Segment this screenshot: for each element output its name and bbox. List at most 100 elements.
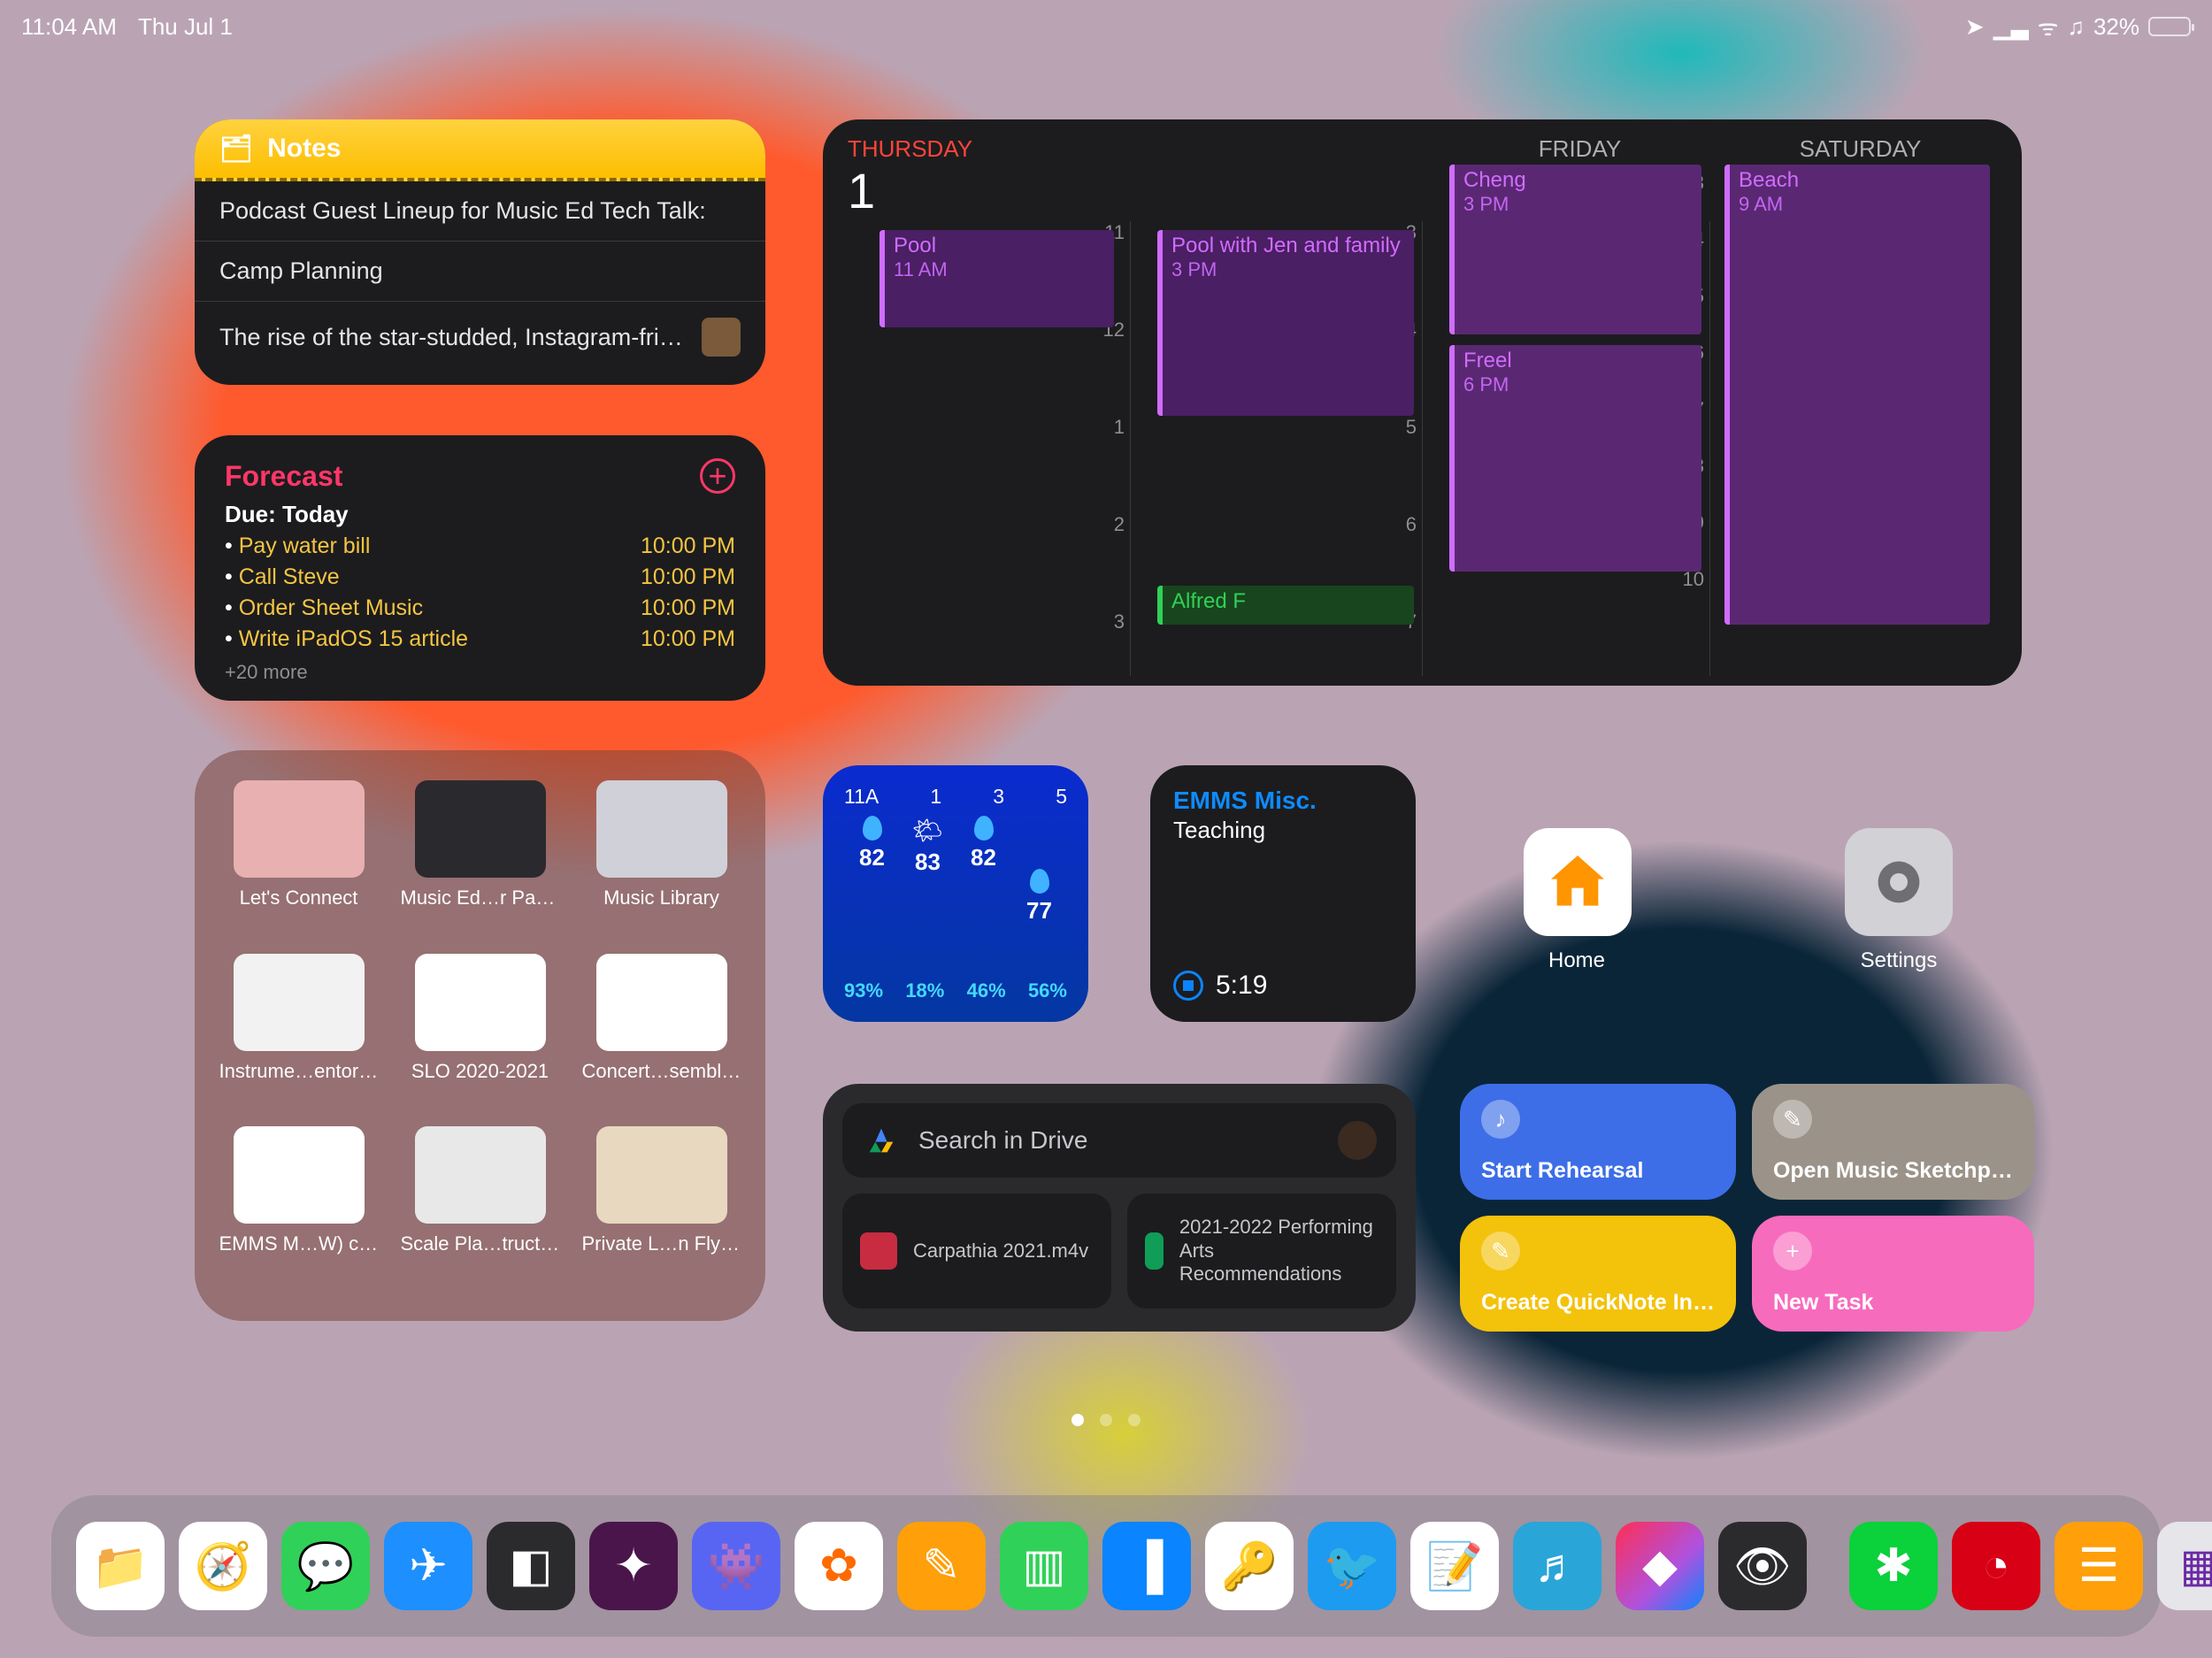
dock-app-eye[interactable]: 👁 — [1718, 1522, 1807, 1610]
dock-app-shortcuts-alt[interactable]: ◧ — [487, 1522, 575, 1610]
home-app-label: Home — [1506, 948, 1647, 973]
dock-app-keynote[interactable]: ▐ — [1102, 1522, 1191, 1610]
shortcut-tile[interactable]: ✎ Create QuickNote In… — [1460, 1216, 1736, 1332]
shortcuts-widget[interactable]: ♪Start Rehearsal✎Open Music Sketchp…✎Cre… — [1460, 1084, 2026, 1332]
forecast-item[interactable]: • Order Sheet Music10:00 PM — [225, 595, 735, 621]
calendar-event-pool-jen[interactable]: Pool with Jen and family3 PM — [1157, 230, 1414, 416]
page-indicator[interactable] — [1071, 1414, 1141, 1426]
weather-temp: 83 — [915, 848, 941, 876]
drive-file-item[interactable]: 2021-2022 Performing Arts Recommendation… — [1127, 1194, 1396, 1309]
weather-temp: 82 — [859, 844, 885, 871]
cellular-icon: ▁▃ — [1993, 13, 2029, 41]
file-thumbnail — [415, 1126, 546, 1224]
files-stack-widget[interactable]: Let's ConnectMusic Ed…r PatreonMusic Lib… — [195, 750, 765, 1321]
raindrop-icon — [863, 816, 882, 841]
google-drive-icon — [862, 1123, 901, 1158]
dock-app-numbers[interactable]: ▥ — [1000, 1522, 1088, 1610]
file-label: Instrume…entory 3 — [219, 1060, 379, 1083]
things-area: EMMS Misc. — [1173, 787, 1393, 815]
home-app-icon[interactable] — [1524, 828, 1632, 936]
dock-app-slack[interactable]: ✦ — [589, 1522, 678, 1610]
shortcut-glyph-icon: ✎ — [1481, 1232, 1520, 1270]
file-thumbnail — [415, 954, 546, 1051]
shortcut-glyph-icon: + — [1773, 1232, 1812, 1270]
file-item[interactable]: Let's Connect — [212, 780, 385, 945]
dock-app-music-o[interactable]: ♬ — [1513, 1522, 1601, 1610]
drive-file-item[interactable]: Carpathia 2021.m4v — [842, 1194, 1111, 1309]
dock: 📁🧭💬✈︎◧✦👾✿✎▥▐🔑🐦📝♬◆👁✱◔☰▦ — [51, 1495, 2161, 1637]
dock-app-app-r[interactable]: ◔ — [1952, 1522, 2040, 1610]
shortcut-tile[interactable]: +New Task — [1752, 1216, 2034, 1332]
file-thumbnail — [596, 1126, 727, 1224]
dock-app-shortcuts[interactable]: ◆ — [1616, 1522, 1704, 1610]
calendar-header: THURSDAY FRIDAY SATURDAY — [839, 135, 2006, 166]
page-dot[interactable] — [1071, 1414, 1084, 1426]
dock-app-files[interactable]: 📁 — [76, 1522, 165, 1610]
stop-icon[interactable] — [1173, 971, 1203, 1001]
dock-app-pages[interactable]: ✎ — [897, 1522, 986, 1610]
gear-icon — [1863, 847, 1934, 917]
video-file-icon — [860, 1232, 897, 1270]
sheets-file-icon — [1145, 1232, 1164, 1270]
dock-app-notes-alt[interactable]: 📝 — [1410, 1522, 1499, 1610]
file-item[interactable]: Concert…semble-1 — [575, 954, 748, 1118]
drive-search-bar[interactable]: Search in Drive — [842, 1103, 1396, 1178]
calendar-event-beach[interactable]: Beach9 AM — [1724, 165, 1990, 625]
page-dot[interactable] — [1128, 1414, 1141, 1426]
dock-app-spark[interactable]: ✈︎ — [384, 1522, 472, 1610]
file-item[interactable]: SLO 2020-2021 — [394, 954, 566, 1118]
file-item[interactable]: Private L…n Flyer 2 — [575, 1126, 748, 1291]
location-icon: ➤ — [1965, 13, 1985, 41]
page-dot[interactable] — [1100, 1414, 1112, 1426]
dock-app-1password[interactable]: 🔑 — [1205, 1522, 1294, 1610]
calendar-widget[interactable]: THURSDAY FRIDAY SATURDAY 1 11 12 1 2 3 P… — [823, 119, 2022, 686]
forecast-add-button[interactable]: + — [700, 458, 735, 494]
raindrop-icon — [974, 816, 994, 841]
dock-app-safari[interactable]: 🧭 — [179, 1522, 267, 1610]
dock-app-twitter[interactable]: 🐦 — [1308, 1522, 1396, 1610]
forecast-item[interactable]: • Pay water bill10:00 PM — [225, 533, 735, 559]
file-thumbnail — [234, 954, 365, 1051]
file-item[interactable]: Scale Pla…tructions — [394, 1126, 566, 1291]
file-label: SLO 2020-2021 — [411, 1060, 549, 1083]
forecast-item[interactable]: • Call Steve10:00 PM — [225, 564, 735, 590]
notes-header: 🗂 Notes — [195, 119, 765, 181]
things-widget[interactable]: EMMS Misc. Teaching 5:19 — [1150, 765, 1416, 1022]
forecast-more[interactable]: +20 more — [225, 661, 735, 684]
calendar-event-cheng[interactable]: Cheng3 PM — [1449, 165, 1701, 334]
notes-widget[interactable]: 🗂 Notes Podcast Guest Lineup for Music E… — [195, 119, 765, 385]
shortcut-label: Create QuickNote In… — [1481, 1290, 1715, 1316]
shortcut-tile[interactable]: ✎Open Music Sketchp… — [1752, 1084, 2034, 1200]
file-label: Private L…n Flyer 2 — [582, 1232, 741, 1255]
music-icon: ♫ — [2067, 13, 2085, 41]
calendar-event-pool[interactable]: Pool11 AM — [879, 230, 1114, 327]
calendar-event-alfred[interactable]: Alfred F — [1157, 586, 1414, 625]
forecast-item[interactable]: • Write iPadOS 15 article10:00 PM — [225, 626, 735, 652]
weather-widget[interactable]: 11A135 82🌤838277 93%18%46%56% — [823, 765, 1088, 1022]
dock-app-app-w[interactable]: ▦ — [2157, 1522, 2212, 1610]
settings-app-icon[interactable] — [1845, 828, 1953, 936]
file-item[interactable]: EMMS M…W) copy — [212, 1126, 385, 1291]
shortcut-tile[interactable]: ♪Start Rehearsal — [1460, 1084, 1736, 1200]
calendar-column-thursday-am: 11 12 1 2 3 Pool11 AM — [839, 221, 1131, 676]
weather-precip-row: 93%18%46%56% — [844, 979, 1067, 1002]
file-item[interactable]: Music Ed…r Patreon — [394, 780, 566, 945]
dock-app-app-g[interactable]: ✱ — [1849, 1522, 1938, 1610]
note-item[interactable]: Camp Planning — [195, 242, 765, 302]
partly-cloudy-icon: 🌤 — [912, 816, 944, 845]
file-item[interactable]: Music Library — [575, 780, 748, 945]
calendar-event-freel[interactable]: Freel6 PM — [1449, 345, 1701, 572]
dock-app-photos[interactable]: ✿ — [795, 1522, 883, 1610]
file-label: Concert…semble-1 — [582, 1060, 741, 1083]
note-item[interactable]: The rise of the star-studded, Instagram-… — [195, 302, 765, 372]
drive-widget[interactable]: Search in Drive Carpathia 2021.m4v 2021-… — [823, 1084, 1416, 1332]
note-item[interactable]: Podcast Guest Lineup for Music Ed Tech T… — [195, 181, 765, 242]
forecast-widget[interactable]: Forecast + Due: Today • Pay water bill10… — [195, 435, 765, 701]
dock-app-app-o[interactable]: ☰ — [2055, 1522, 2143, 1610]
file-item[interactable]: Instrume…entory 3 — [212, 954, 385, 1118]
avatar[interactable] — [1338, 1121, 1377, 1160]
calendar-column-thursday-pm: 3 4 5 6 7 Pool with Jen and family3 PM A… — [1131, 221, 1423, 676]
dock-app-messages[interactable]: 💬 — [281, 1522, 370, 1610]
dock-app-discord[interactable]: 👾 — [692, 1522, 780, 1610]
notes-title: Notes — [267, 134, 341, 164]
